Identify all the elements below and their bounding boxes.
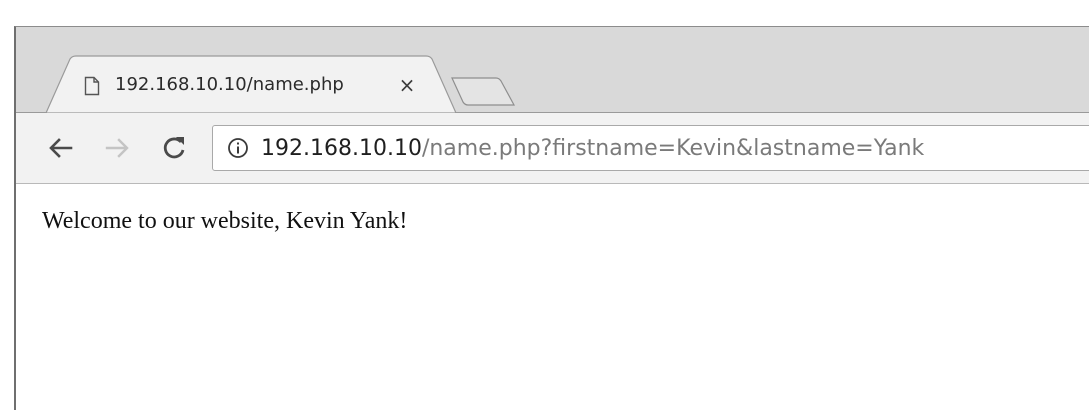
url-host: 192.168.10.10: [261, 136, 422, 161]
new-tab-button[interactable]: [446, 75, 516, 107]
reload-button[interactable]: [159, 133, 189, 163]
browser-toolbar: 192.168.10.10/name.php?firstname=Kevin&l…: [16, 113, 1089, 184]
address-bar[interactable]: 192.168.10.10/name.php?firstname=Kevin&l…: [212, 125, 1089, 171]
back-arrow-icon: [49, 138, 73, 158]
url-path: /name.php?firstname=Kevin&lastname=Yank: [421, 136, 925, 161]
close-tab-button[interactable]: ×: [396, 72, 418, 98]
reload-icon: [163, 137, 185, 159]
new-tab-icon: [451, 77, 516, 106]
tab-shapes: [16, 55, 1089, 113]
welcome-message: Welcome to our website, Kevin Yank!: [42, 208, 408, 234]
url-text[interactable]: 192.168.10.10/name.php?firstname=Kevin&l…: [261, 135, 924, 163]
tab-title[interactable]: 192.168.10.10/name.php: [115, 72, 391, 98]
browser-window: 192.168.10.10/name.php × 192.168.10.10/n…: [14, 26, 1089, 410]
forward-arrow-icon: [105, 138, 129, 158]
info-icon[interactable]: [227, 137, 249, 159]
page-content: Welcome to our website, Kevin Yank!: [16, 184, 1089, 410]
forward-button[interactable]: [102, 133, 132, 163]
page-icon: [84, 76, 100, 96]
back-button[interactable]: [46, 133, 76, 163]
tab-strip: 192.168.10.10/name.php ×: [16, 27, 1089, 113]
